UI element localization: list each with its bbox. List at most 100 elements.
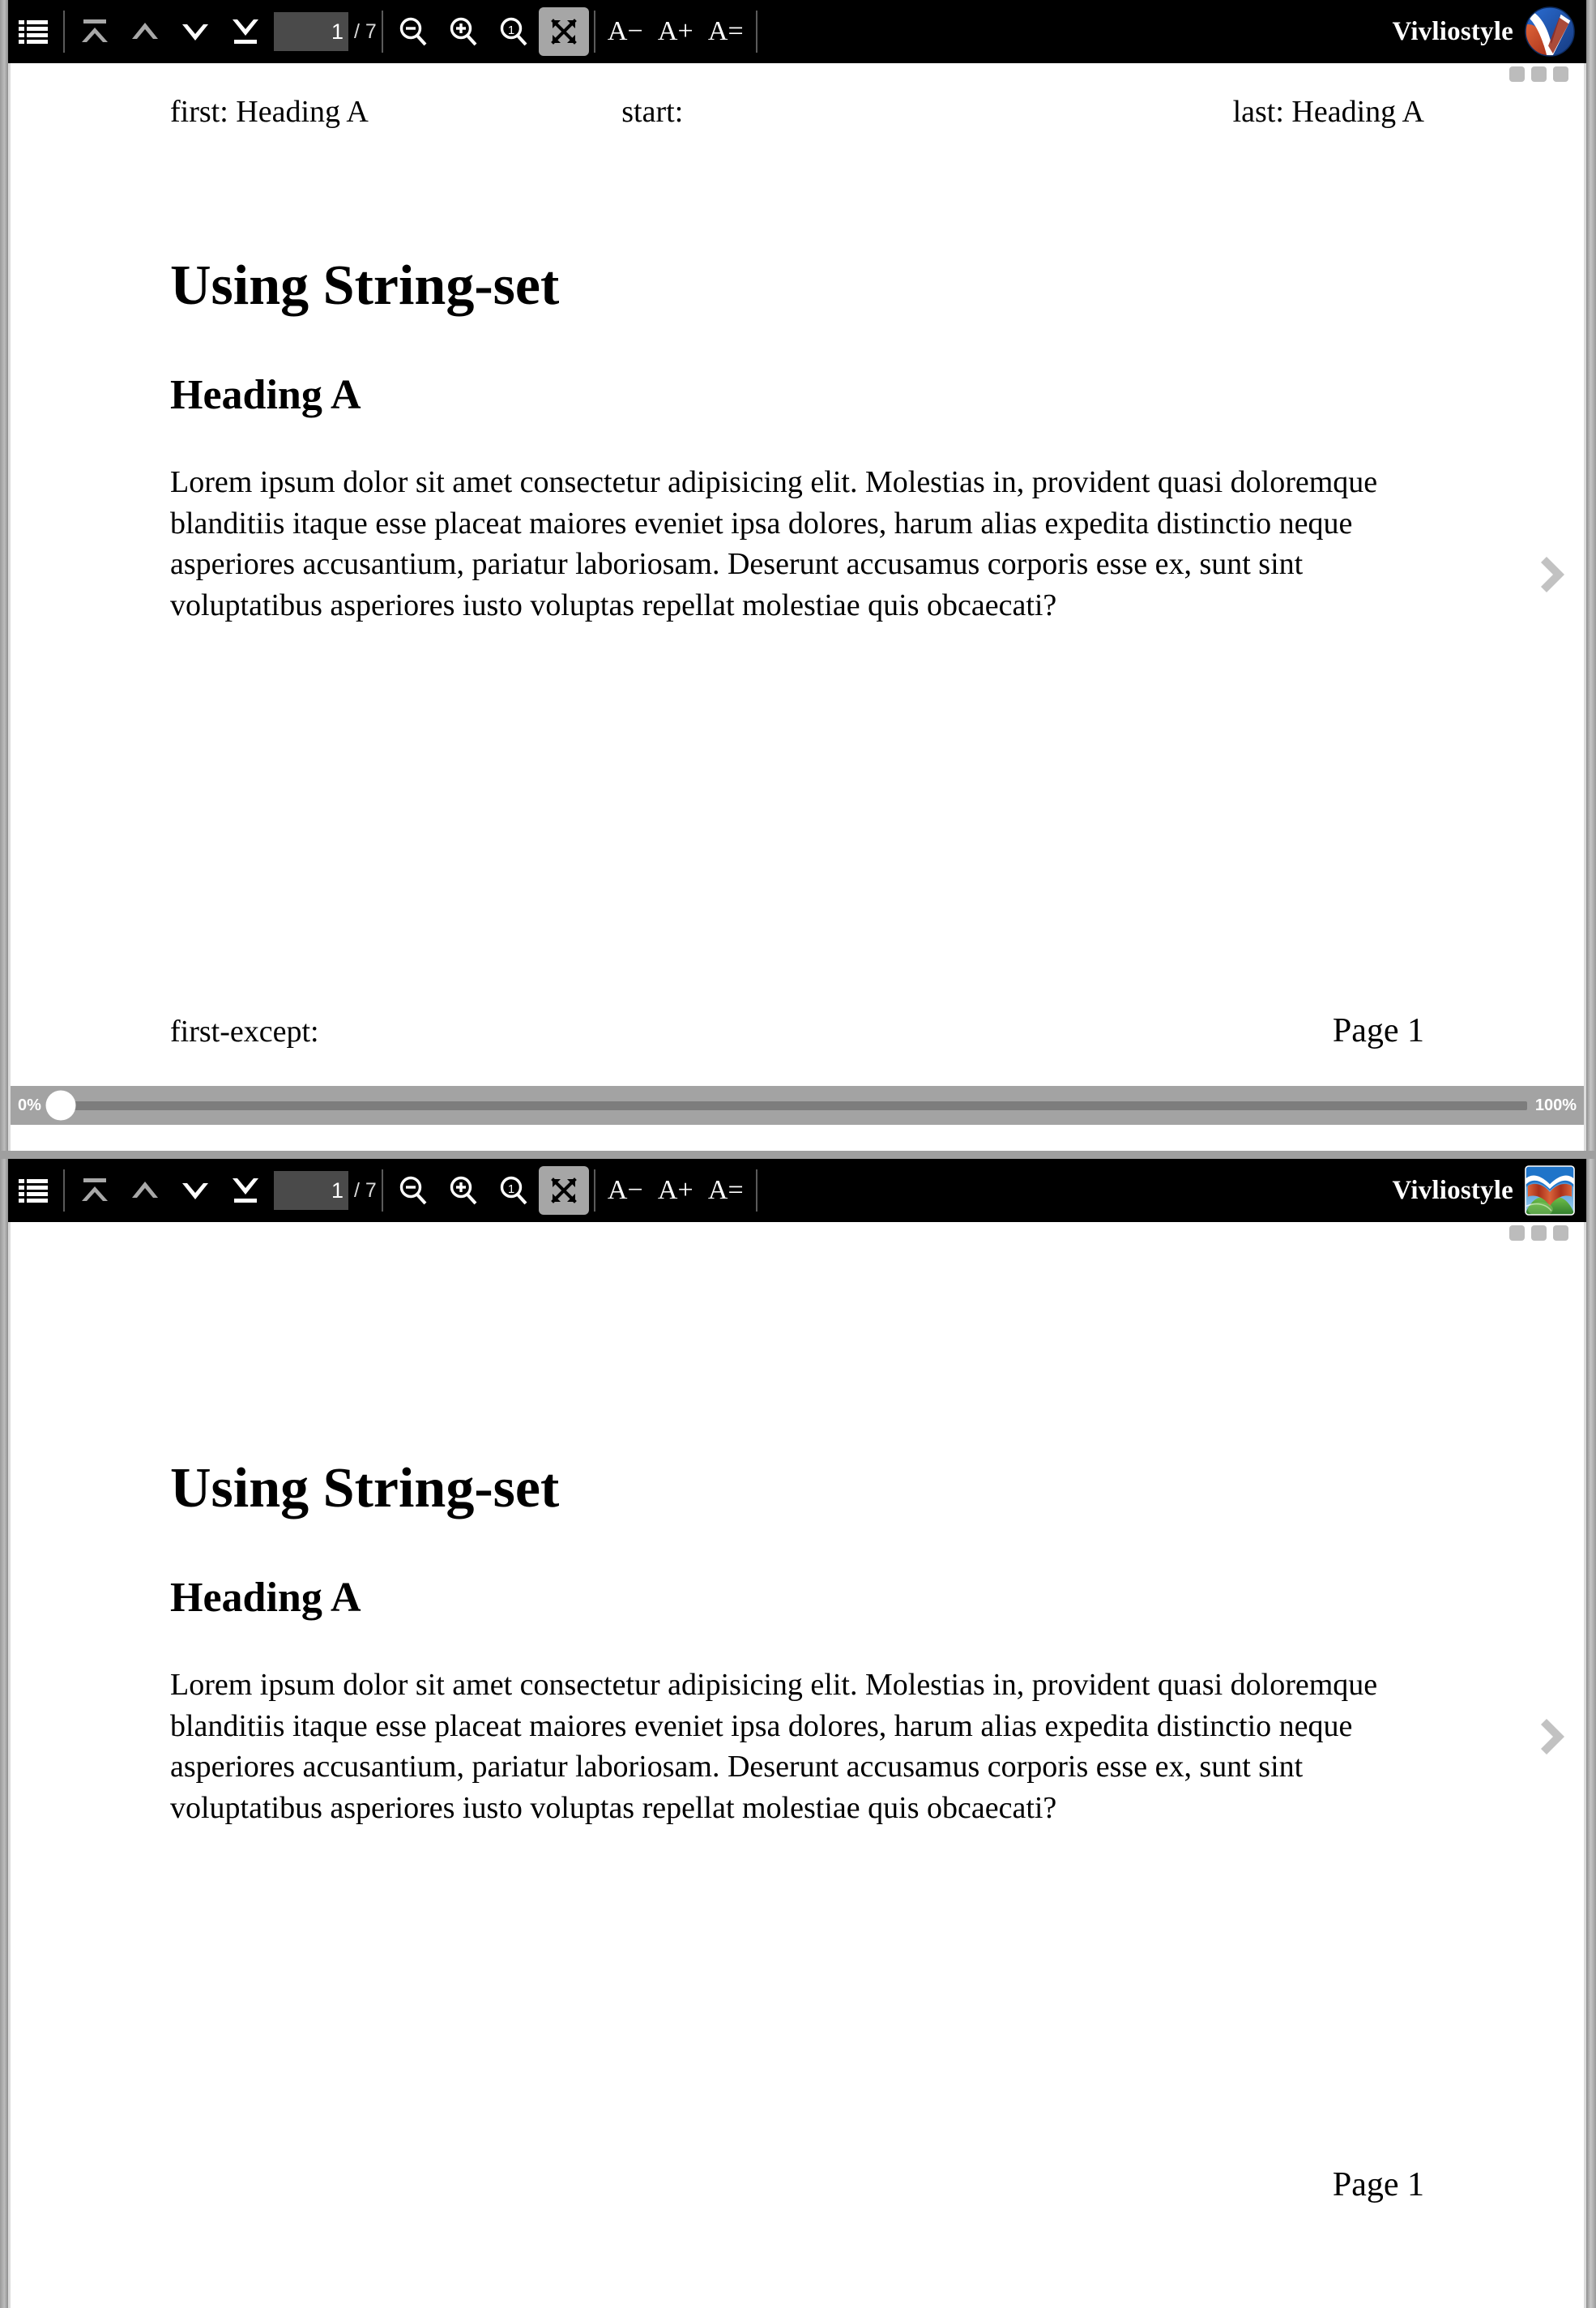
toolbar-group-zoom: 1 [388,0,589,63]
toolbar-group-toc-2 [8,1159,58,1222]
next-page-button-2[interactable] [170,1166,220,1215]
toc-button-2[interactable] [8,1166,58,1215]
page-viewport-top: first: Heading A start: last: Heading A … [8,63,1586,1086]
brand-area-bottom[interactable]: Vivliostyle [1393,1159,1575,1222]
running-foot-page-number-2: Page 1 [1332,2166,1424,2203]
window-grip-dots-bottom[interactable] [1509,1225,1568,1241]
grip-dot [1531,66,1547,82]
svg-text:1: 1 [508,1182,514,1196]
page-sheet-2: Using String-set Heading A Lorem ipsum d… [8,1222,1586,2251]
document-title-2: Using String-set [170,1457,560,1519]
progress-start-label: 0% [18,1096,41,1114]
grip-dot [1509,1225,1525,1241]
font-size-increase-label-2: A+ [657,1175,693,1205]
font-size-increase-button[interactable]: A+ [651,7,701,56]
toolbar-group-navigation-2: / 7 [70,1159,377,1222]
toolbar-separator-1-2 [63,1169,65,1212]
zoom-actual-size-button[interactable]: 1 [489,7,539,56]
toc-button[interactable] [8,7,58,56]
font-size-default-button[interactable]: A= [701,7,751,56]
running-head-last: last: Heading A [1232,95,1424,129]
brand-name-top: Vivliostyle [1392,16,1513,46]
font-size-default-label: A= [707,16,744,46]
toolbar-separator-3-2 [593,1169,595,1212]
font-size-increase-button-2[interactable]: A+ [651,1166,701,1215]
running-foot-left: first-except: [170,1015,319,1049]
page-number-field: / 7 [274,12,377,51]
font-size-default-label-2: A= [707,1175,744,1205]
last-page-button-2[interactable] [220,1166,271,1215]
viewer-left-edge-top [8,63,11,1151]
grip-dot [1531,1225,1547,1241]
brand-name-bottom: Vivliostyle [1392,1175,1513,1205]
zoom-in-button-2[interactable] [438,1166,489,1215]
font-size-default-button-2[interactable]: A= [701,1166,751,1215]
page-number-field-2: / 7 [274,1171,377,1210]
toolbar-separator-4-2 [755,1169,757,1212]
first-page-button[interactable] [70,7,120,56]
next-page-button[interactable] [170,7,220,56]
toolbar-bottom: / 7 [8,1159,1586,1222]
viewer-right-edge-top [1584,63,1586,1151]
document-heading-2: Heading A [170,1575,361,1621]
brand-area-top[interactable]: Vivliostyle [1393,0,1575,63]
toolbar-separator-2-2 [381,1169,383,1212]
vivliostyle-viewer-bottom: / 7 [8,1159,1586,2308]
first-page-button-2[interactable] [70,1166,120,1215]
running-head-start: start: [621,95,684,129]
page-total-label-2: / 7 [354,1178,377,1202]
running-head-1: first: Heading A start: last: Heading A [170,63,1424,147]
font-size-decrease-button[interactable]: A− [600,7,651,56]
zoom-out-button-2[interactable] [388,1166,438,1215]
page-sheet-1: first: Heading A start: last: Heading A … [8,63,1586,1086]
font-size-decrease-label: A− [607,16,643,46]
svg-text:1: 1 [508,24,514,37]
font-size-increase-label: A+ [657,16,693,46]
vivliostyle-circle-logo-icon [1525,6,1575,57]
document-paragraph: Lorem ipsum dolor sit amet consectetur a… [170,465,1378,622]
progress-slider-top[interactable]: 0% 100% [8,1086,1586,1125]
toolbar-separator-4 [755,11,757,53]
grip-dot [1553,66,1568,82]
toolbar-group-navigation: / 7 [70,0,377,63]
running-head-first: first: Heading A [170,95,369,129]
chevron-right-icon [1541,1719,1564,1755]
running-foot-1: first-except: Page 1 [170,1011,1424,1050]
zoom-out-button[interactable] [388,7,438,56]
next-page-chevron-top[interactable] [1533,553,1577,596]
page-total-label: / 7 [354,19,377,43]
zoom-in-button[interactable] [438,7,489,56]
window-grip-dots-top[interactable] [1509,66,1568,82]
fit-to-screen-button-2[interactable] [538,1166,589,1215]
progress-thumb[interactable] [45,1090,76,1121]
progress-track[interactable] [45,1090,1527,1121]
toolbar-group-zoom-2: 1 [388,1159,589,1222]
viewer-left-edge-bottom [8,1222,11,2308]
page-number-input-2[interactable] [274,1171,348,1210]
fit-to-screen-button[interactable] [538,7,589,56]
toolbar-group-font-size: A− A+ A= [600,0,751,63]
running-foot-page-number: Page 1 [1332,1012,1424,1049]
toolbar-group-toc [8,0,58,63]
running-foot-2: Page 1 [170,2165,1424,2204]
previous-page-button[interactable] [120,7,170,56]
document-paragraph-2: Lorem ipsum dolor sit amet consectetur a… [170,1668,1378,1825]
grip-dot [1509,66,1525,82]
page-viewport-bottom: Using String-set Heading A Lorem ipsum d… [8,1222,1586,2251]
next-page-chevron-bottom[interactable] [1533,1715,1577,1759]
vivliostyle-landscape-logo-icon [1525,1165,1575,1216]
toolbar-group-font-size-2: A− A+ A= [600,1159,751,1222]
font-size-decrease-button-2[interactable]: A− [600,1166,651,1215]
zoom-actual-size-button-2[interactable]: 1 [489,1166,539,1215]
page-number-input[interactable] [274,12,348,51]
screen-root: / 7 [0,0,1596,2308]
toolbar-separator-1 [63,11,65,53]
progress-end-label: 100% [1534,1096,1577,1114]
document-title: Using String-set [170,254,560,317]
previous-page-button-2[interactable] [120,1166,170,1215]
font-size-decrease-label-2: A− [607,1175,643,1205]
last-page-button[interactable] [220,7,271,56]
viewer-gap-band [0,1151,1596,1159]
grip-dot [1553,1225,1568,1241]
chevron-right-icon [1541,557,1564,592]
